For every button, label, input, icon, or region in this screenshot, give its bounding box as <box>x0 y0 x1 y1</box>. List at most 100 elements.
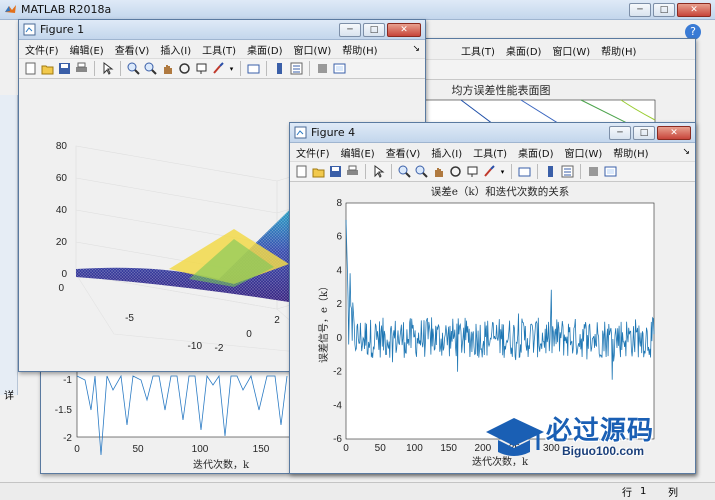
y-tick-2: 2 <box>274 315 280 326</box>
link-plot-icon[interactable] <box>246 61 261 76</box>
f4-colorbar-icon[interactable] <box>543 164 558 179</box>
pointer-icon[interactable] <box>100 61 115 76</box>
bg-menu-tools[interactable]: 工具(T) <box>461 43 495 58</box>
figure1-menu-help[interactable]: 帮助(H) <box>342 42 377 57</box>
bg-xtick-0: 0 <box>74 444 80 455</box>
f4-data-cursor-icon[interactable] <box>465 164 480 179</box>
figure4-titlebar: Figure 4 ─ □ ✕ <box>290 123 695 143</box>
f4-ytick-5: -2 <box>333 367 342 378</box>
figure4-menu-insert[interactable]: 插入(I) <box>431 145 462 160</box>
save-icon[interactable] <box>57 61 72 76</box>
f4-pan-icon[interactable] <box>431 164 446 179</box>
show-plot-tools-icon[interactable] <box>332 61 347 76</box>
pan-icon[interactable] <box>160 61 175 76</box>
f4-zoom-out-icon[interactable] <box>414 164 429 179</box>
f4-legend-icon[interactable] <box>560 164 575 179</box>
figure4-menu-view[interactable]: 查看(V) <box>386 145 421 160</box>
f4-save-icon[interactable] <box>328 164 343 179</box>
legend-icon[interactable] <box>289 61 304 76</box>
z-tick-20: 20 <box>56 237 68 248</box>
close-icon[interactable]: ✕ <box>677 2 711 17</box>
figure1-toolbar: ▾ <box>19 58 425 79</box>
bg-menu-window[interactable]: 窗口(W) <box>552 43 590 58</box>
open-file-icon[interactable] <box>40 61 55 76</box>
maximize-icon[interactable]: □ <box>653 2 675 17</box>
figure1-menu-insert[interactable]: 插入(I) <box>160 42 191 57</box>
figure1-close-icon[interactable]: ✕ <box>387 22 421 37</box>
figure4-minimize-icon[interactable]: ─ <box>609 125 631 140</box>
rotate-icon[interactable] <box>177 61 192 76</box>
figure1-menu-file[interactable]: 文件(F) <box>25 42 59 57</box>
matlab-icon <box>5 5 16 13</box>
figure4-toolbar: ▾ <box>290 161 695 182</box>
figure4-menu-file[interactable]: 文件(F) <box>296 145 330 160</box>
f4-zoom-in-icon[interactable] <box>397 164 412 179</box>
watermark-logo: 必过源码 Biguo100.com <box>482 408 682 468</box>
f4-ylabel: 误差信号，e（k） <box>317 281 330 363</box>
figure1-maximize-icon[interactable]: □ <box>363 22 385 37</box>
zoom-in-icon[interactable] <box>126 61 141 76</box>
graduation-cap-icon <box>486 418 544 456</box>
colorbar-icon[interactable] <box>272 61 287 76</box>
figure1-menu-window[interactable]: 窗口(W) <box>294 42 332 57</box>
new-figure-icon[interactable] <box>23 61 38 76</box>
f4-brush-dropdown-icon[interactable]: ▾ <box>499 164 506 179</box>
f4-link-plot-icon[interactable] <box>517 164 532 179</box>
f4-show-plot-tools-icon[interactable] <box>603 164 618 179</box>
hide-plot-tools-icon[interactable] <box>315 61 330 76</box>
f4-rotate-icon[interactable] <box>448 164 463 179</box>
print-icon[interactable] <box>74 61 89 76</box>
bg-menu-help[interactable]: 帮助(H) <box>601 43 636 58</box>
z-tick-0: 0 <box>61 269 67 280</box>
figure4-close-icon[interactable]: ✕ <box>657 125 691 140</box>
f4-print-icon[interactable] <box>345 164 360 179</box>
bg-menu-desktop[interactable]: 桌面(D) <box>506 43 542 58</box>
brush-dropdown-icon[interactable]: ▾ <box>228 61 235 76</box>
f4-new-figure-icon[interactable] <box>294 164 309 179</box>
figure1-menu-view[interactable]: 查看(V) <box>115 42 150 57</box>
f4-axes-box <box>345 202 655 440</box>
figure4-maximize-icon[interactable]: □ <box>633 125 655 140</box>
data-cursor-icon[interactable] <box>194 61 209 76</box>
x-tick-neg10: -10 <box>188 341 203 352</box>
main-side-label: 详 <box>4 391 14 402</box>
bg-xtick-1: 50 <box>132 444 144 455</box>
y-tick-neg2: -2 <box>215 343 224 354</box>
x-tick-0: 0 <box>58 283 64 294</box>
f4-open-file-icon[interactable] <box>311 164 326 179</box>
figure-icon <box>23 23 36 36</box>
figure1-minimize-icon[interactable]: ─ <box>339 22 361 37</box>
bg-ytick-0: -1 <box>63 375 72 386</box>
figure1-title: Figure 1 <box>40 23 85 36</box>
figure4-menu-edit[interactable]: 编辑(E) <box>341 145 375 160</box>
f4-hide-plot-tools-icon[interactable] <box>586 164 601 179</box>
x-tick-neg5: -5 <box>125 313 134 324</box>
figure4-menu-tools[interactable]: 工具(T) <box>473 145 507 160</box>
figure4-menu-help[interactable]: 帮助(H) <box>613 145 648 160</box>
figure1-menu-edit[interactable]: 编辑(E) <box>70 42 104 57</box>
f4-xtick-0: 0 <box>343 443 349 454</box>
main-window-title: MATLAB R2018a <box>21 3 112 16</box>
figure1-menu-desktop[interactable]: 桌面(D) <box>247 42 283 57</box>
f4-ytick-1: 6 <box>336 232 342 243</box>
figure4-menu-arrow-icon[interactable]: ↘ <box>682 147 690 157</box>
f4-brush-icon[interactable] <box>482 164 497 179</box>
f4-ytick-0: 8 <box>336 198 342 209</box>
bg-xtick-3: 150 <box>253 444 270 455</box>
figure4-menu-desktop[interactable]: 桌面(D) <box>518 145 554 160</box>
figure1-menu-arrow-icon[interactable]: ↘ <box>412 44 420 54</box>
figure1-menu-tools[interactable]: 工具(T) <box>202 42 236 57</box>
watermark-url: Biguo100.com <box>562 444 645 458</box>
bg-xlabel: 迭代次数，k <box>193 458 250 471</box>
bg-ytick-1: -1.5 <box>55 405 73 416</box>
bg-chart-title: 均方误差性能表面图 <box>452 83 551 97</box>
watermark-text: 必过源码 <box>546 416 655 446</box>
f4-xtick-2: 100 <box>406 443 423 454</box>
minimize-icon[interactable]: ─ <box>629 2 651 17</box>
figure4-menu-window[interactable]: 窗口(W) <box>565 145 603 160</box>
brush-icon[interactable] <box>211 61 226 76</box>
f4-ytick-3: 2 <box>336 299 342 310</box>
f4-pointer-icon[interactable] <box>371 164 386 179</box>
zoom-out-icon[interactable] <box>143 61 158 76</box>
z-tick-60: 60 <box>56 173 68 184</box>
